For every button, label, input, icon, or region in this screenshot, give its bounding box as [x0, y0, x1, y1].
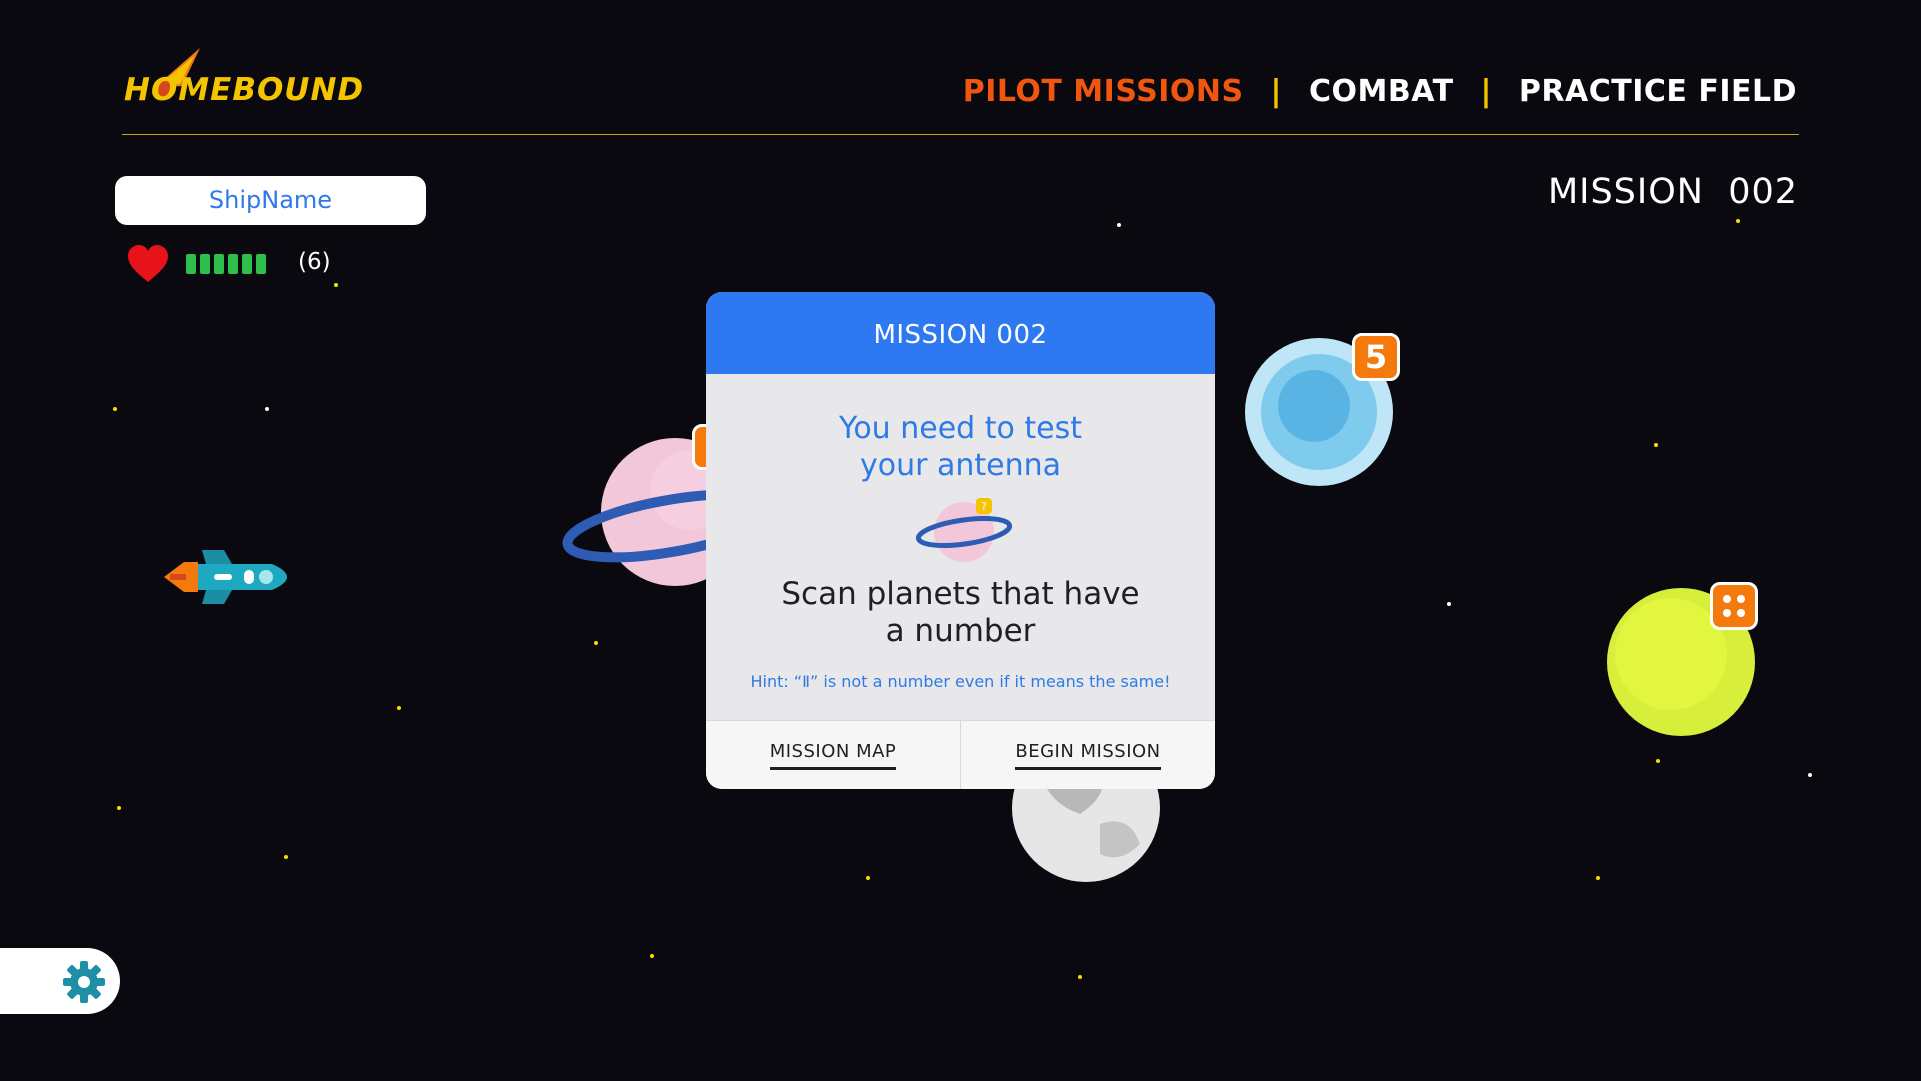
objective-line-2: your antenna [859, 448, 1062, 483]
task-line-1: Scan planets that have [781, 576, 1140, 612]
mission-number-label: MISSION 002 [1547, 172, 1798, 212]
health-count: (6) [298, 249, 331, 275]
mission-dialog-actions: MISSION MAP BEGIN MISSION [706, 720, 1215, 789]
main-nav: PILOT MISSIONS | COMBAT | PRACTICE FIELD [963, 74, 1797, 109]
homebound-logo[interactable]: HOMEBOUND [124, 48, 363, 112]
nav-combat[interactable]: COMBAT [1309, 74, 1454, 109]
svg-text:?: ? [981, 500, 987, 513]
dice-four-icon [1710, 582, 1758, 630]
begin-mission-button[interactable]: BEGIN MISSION [960, 721, 1215, 789]
mission-objective: You need to test your antenna [706, 410, 1215, 484]
star [1078, 975, 1082, 979]
star [113, 407, 117, 411]
ship-name-field[interactable]: ShipName [115, 176, 426, 225]
nav-separator: | [1270, 74, 1282, 109]
mission-hint: Hint: “Ⅱ” is not a number even if it mea… [750, 672, 1171, 691]
star [1596, 876, 1600, 880]
health-segment [242, 254, 252, 274]
nav-practice-field[interactable]: PRACTICE FIELD [1519, 74, 1797, 109]
task-line-2: a number [885, 613, 1036, 649]
star [397, 706, 401, 710]
nav-pilot-missions[interactable]: PILOT MISSIONS [963, 74, 1244, 109]
logo-text: HOMEBOUND [124, 72, 365, 108]
star [1736, 219, 1740, 223]
settings-button[interactable] [0, 948, 120, 1014]
star [334, 283, 338, 287]
objective-line-1: You need to test [838, 411, 1083, 446]
star [284, 855, 288, 859]
nav-separator: | [1480, 74, 1492, 109]
star [1656, 759, 1660, 763]
mission-dialog-title: MISSION 002 [706, 292, 1215, 374]
star [1447, 602, 1451, 606]
star [650, 954, 654, 958]
health-segment [214, 254, 224, 274]
mission-dialog: MISSION 002 You need to test your antenn… [706, 292, 1215, 789]
blue-planet[interactable]: 5 [1244, 333, 1404, 488]
heart-icon [128, 245, 168, 282]
mission-map-label: MISSION MAP [769, 741, 897, 770]
header-divider [122, 134, 1799, 135]
mission-map-button[interactable]: MISSION MAP [706, 721, 960, 789]
begin-mission-label: BEGIN MISSION [1015, 741, 1161, 770]
health-segment [256, 254, 266, 274]
health-segment [228, 254, 238, 274]
mission-task: Scan planets that have a number [706, 576, 1215, 650]
rocket-ship-icon[interactable] [162, 542, 302, 612]
planet-number-badge: 5 [1352, 333, 1400, 381]
star [594, 641, 598, 645]
antenna-planet-icon: ? [916, 498, 1012, 562]
health-bars [186, 254, 266, 274]
star [1117, 223, 1121, 227]
health-segment [186, 254, 196, 274]
gear-icon [63, 961, 105, 1003]
star [117, 806, 121, 810]
star [866, 876, 870, 880]
pink-ringed-planet[interactable] [560, 424, 778, 590]
star [1654, 443, 1658, 447]
health-segment [200, 254, 210, 274]
star [265, 407, 269, 411]
yellow-green-planet[interactable] [1606, 582, 1766, 738]
game-stage: HOMEBOUND PILOT MISSIONS | COMBAT | PRAC… [0, 0, 1921, 1081]
star [1808, 773, 1812, 777]
